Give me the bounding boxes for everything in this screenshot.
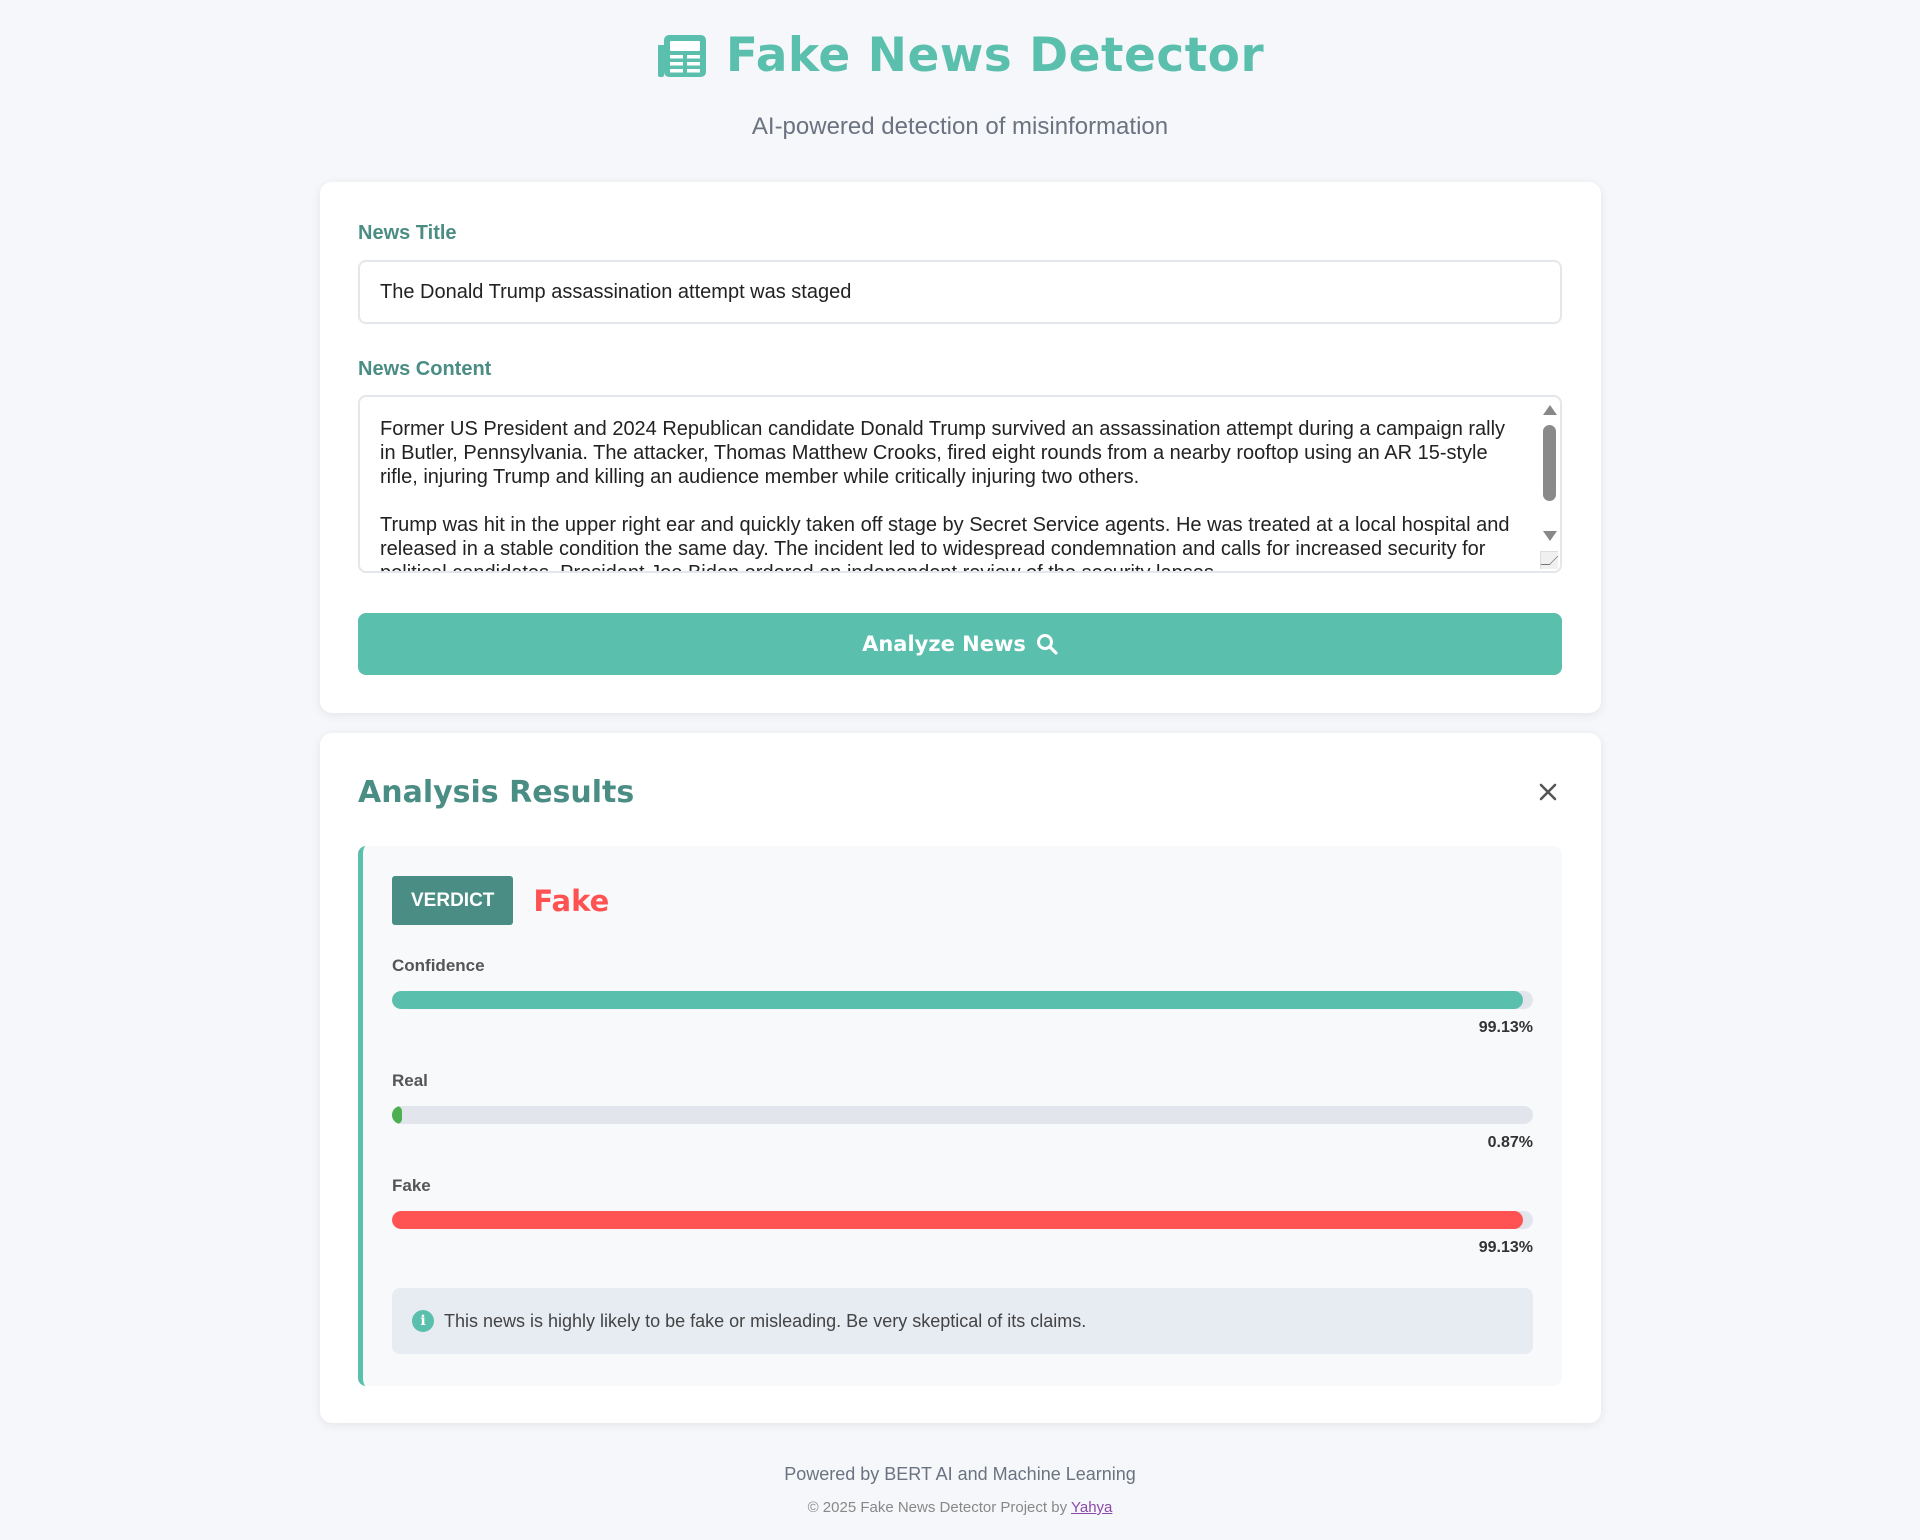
metric-label: Confidence (392, 956, 485, 975)
progress-track (392, 991, 1533, 1009)
scroll-down-arrow-icon[interactable] (1543, 531, 1557, 541)
textarea-scrollbar[interactable] (1540, 399, 1558, 569)
metric-label: Fake (392, 1176, 431, 1195)
content-paragraph: Trump was hit in the upper right ear and… (380, 514, 1510, 573)
newspaper-icon (657, 34, 706, 77)
metric-label: Real (392, 1071, 428, 1090)
metric-value: 0.87% (1487, 1134, 1533, 1151)
news-title-label: News Title (358, 222, 457, 244)
news-content-textarea[interactable]: Former US President and 2024 Republican … (358, 395, 1562, 573)
results-title: Analysis Results (358, 775, 635, 810)
info-text: This news is highly likely to be fake or… (444, 1310, 1087, 1331)
verdict-value: Fake (533, 883, 610, 918)
progress-track (392, 1106, 1533, 1124)
info-message: i This news is highly likely to be fake … (392, 1288, 1533, 1354)
scroll-thumb[interactable] (1543, 425, 1556, 501)
footer-copyright: © 2025 Fake News Detector Project by Yah… (0, 1499, 1920, 1516)
news-title-input[interactable]: The Donald Trump assassination attempt w… (358, 260, 1562, 324)
verdict-row: VERDICT Fake (392, 876, 609, 925)
author-link[interactable]: Yahya (1071, 1499, 1112, 1516)
progress-track (392, 1211, 1533, 1229)
app-subtitle: AI-powered detection of misinformation (751, 113, 1169, 140)
metric-value: 99.13% (1478, 1019, 1533, 1036)
metric-confidence: Confidence 99.13% (392, 956, 1533, 1037)
news-title-value: The Donald Trump assassination attempt w… (380, 280, 852, 303)
metric-fake: Fake 99.13% (392, 1176, 1533, 1257)
result-panel: VERDICT Fake Confidence 99.13% Real 0.87… (358, 846, 1562, 1386)
title-row: Fake News Detector (0, 28, 1920, 83)
news-content-label: News Content (358, 358, 492, 380)
analyze-button-label: Analyze News (862, 632, 1026, 656)
page-header: Fake News Detector AI-powered detection … (0, 0, 1920, 141)
news-form-card: News Title The Donald Trump assassinatio… (320, 182, 1601, 713)
analysis-results-card: Analysis Results VERDICT Fake Confidence… (320, 733, 1601, 1423)
scroll-up-arrow-icon[interactable] (1543, 405, 1557, 415)
content-paragraph: Former US President and 2024 Republican … (380, 418, 1506, 488)
copyright-text: © 2025 Fake News Detector Project by (807, 1499, 1068, 1516)
progress-fill (392, 1211, 1524, 1229)
metric-value: 99.13% (1478, 1239, 1533, 1256)
page-footer: Powered by BERT AI and Machine Learning … (0, 1464, 1920, 1516)
metric-real: Real 0.87% (392, 1071, 1533, 1152)
analyze-news-button[interactable]: Analyze News (358, 613, 1562, 675)
footer-powered-text: Powered by BERT AI and Machine Learning (784, 1464, 1136, 1484)
app-title: Fake News Detector (725, 28, 1265, 83)
progress-fill (392, 1106, 402, 1124)
verdict-badge: VERDICT (392, 876, 514, 925)
progress-fill (392, 991, 1524, 1009)
info-icon: i (412, 1310, 434, 1332)
search-icon (1036, 634, 1058, 655)
close-icon[interactable] (1535, 779, 1561, 805)
resize-handle-icon[interactable] (1540, 551, 1558, 569)
